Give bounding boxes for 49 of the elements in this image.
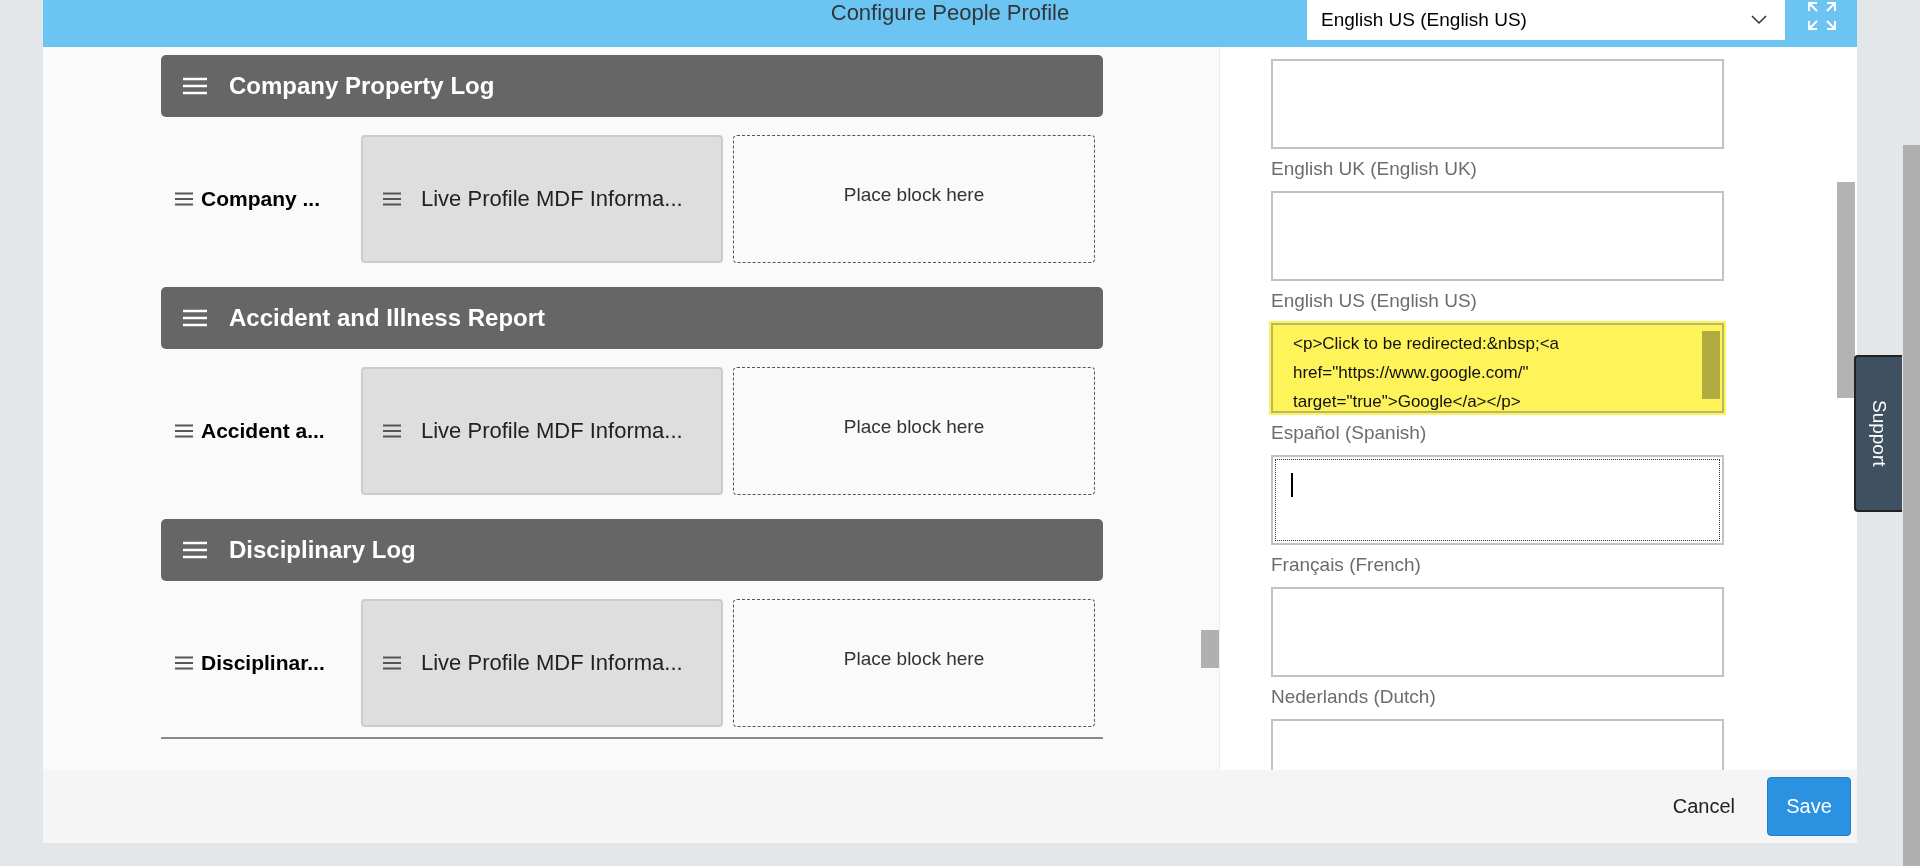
drag-handle-icon[interactable]	[175, 656, 193, 670]
content-block[interactable]: Live Profile MDF Informa...	[361, 135, 723, 263]
field-label: English US (English US)	[1271, 289, 1478, 313]
section-title: Accident and Illness Report	[229, 304, 546, 332]
text-area[interactable]: <p>Click to be redirected:&nbsp;<a href="https://www.google.com/" target="true">Google</a></p>	[1271, 323, 1724, 413]
content-block[interactable]: Live Profile MDF Informa...	[361, 367, 723, 495]
section-title: Disciplinary Log	[229, 536, 416, 564]
drop-zone[interactable]: Place block here	[733, 367, 1095, 495]
field-label: Español (Spanish)	[1271, 421, 1428, 445]
scrollbar-thumb[interactable]	[1201, 630, 1219, 668]
chevron-down-icon	[1751, 15, 1767, 25]
section-header[interactable]: Accident and Illness Report	[161, 287, 1103, 349]
scrollbar-thumb[interactable]	[1837, 182, 1855, 398]
support-tab[interactable]: Support	[1854, 355, 1902, 512]
field-label: Nederlands (Dutch)	[1271, 685, 1437, 709]
text-area[interactable]	[1271, 191, 1724, 281]
text-area[interactable]	[1271, 455, 1724, 545]
block-title: Live Profile MDF Informa...	[421, 186, 683, 212]
drop-zone-text: Place block here	[843, 648, 985, 670]
row-label: Accident a...	[201, 419, 325, 443]
section-title: Company Property Log	[229, 72, 495, 100]
block-title: Live Profile MDF Informa...	[421, 650, 683, 676]
drop-zone[interactable]: Place block here	[733, 599, 1095, 727]
section-header[interactable]: Company Property Log	[161, 55, 1103, 117]
drag-handle-icon[interactable]	[383, 656, 401, 670]
drag-handle-icon[interactable]	[383, 424, 401, 438]
text-area[interactable]	[1271, 59, 1724, 149]
text-cursor	[1291, 473, 1293, 497]
language-dropdown[interactable]: English US (English US)	[1307, 0, 1785, 40]
field-label: English UK (English UK)	[1271, 157, 1478, 181]
dialog-title: Configure People Profile	[830, 0, 1070, 26]
text-area[interactable]	[1271, 587, 1724, 677]
drag-handle-icon[interactable]	[175, 192, 193, 206]
row-label: Company ...	[201, 187, 321, 211]
drop-zone-text: Place block here	[843, 184, 985, 206]
scrollbar-thumb[interactable]	[1702, 331, 1720, 399]
field-label: Français (French)	[1271, 553, 1422, 577]
drop-zone-text: Place block here	[843, 416, 985, 438]
drag-handle-icon[interactable]	[175, 424, 193, 438]
scrollbar-thumb[interactable]	[1903, 145, 1920, 866]
section-header[interactable]: Disciplinary Log	[161, 519, 1103, 581]
block-title: Live Profile MDF Informa...	[421, 418, 683, 444]
cancel-button[interactable]: Cancel	[1666, 785, 1741, 828]
row-label: Disciplinar...	[201, 651, 325, 675]
content-block[interactable]: Live Profile MDF Informa...	[361, 599, 723, 727]
drop-zone[interactable]: Place block here	[733, 135, 1095, 263]
field-value: <p>Click to be redirected:&nbsp;<a href="https://www.google.com/" target="true">Google</a></p>	[1293, 333, 1561, 413]
drag-handle-icon[interactable]	[383, 192, 401, 206]
expand-icon[interactable]	[1808, 2, 1836, 30]
